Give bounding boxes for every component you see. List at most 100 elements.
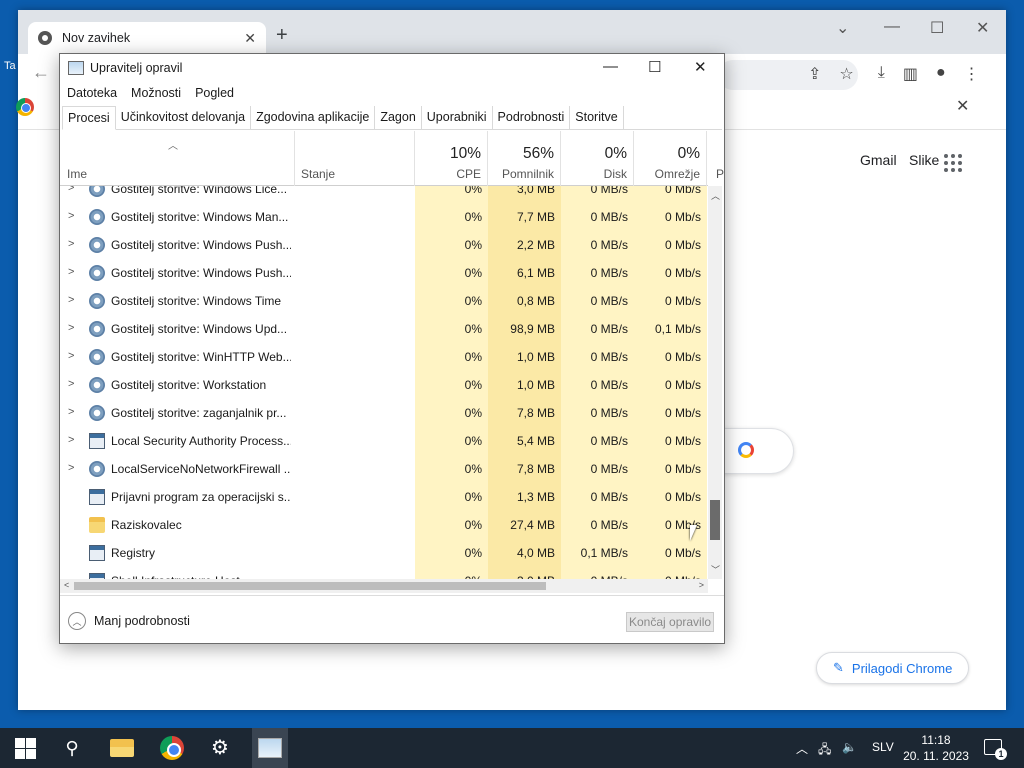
- process-row[interactable]: > Gostitelj storitve: WinHTTP Web... 0% 1,0…: [60, 343, 708, 371]
- tab-performance[interactable]: Učinkovitost delovanja: [116, 106, 252, 130]
- column-cpu[interactable]: 10% CPE: [415, 131, 488, 186]
- desktop-icon-label[interactable]: Ta: [4, 60, 16, 72]
- menu-file[interactable]: Datoteka: [67, 86, 117, 100]
- scroll-down-icon[interactable]: ﹀: [711, 563, 720, 576]
- process-disk: 0 MB/s: [590, 406, 628, 420]
- task-manager-taskbar-icon[interactable]: [258, 738, 282, 758]
- process-list[interactable]: > Gostitelj storitve: Windows Lice... 0% 3,…: [60, 186, 708, 579]
- close-window-icon[interactable]: ✕: [976, 18, 989, 38]
- back-arrow-icon[interactable]: ←: [32, 62, 50, 83]
- scroll-up-icon[interactable]: ︿: [711, 189, 720, 202]
- images-link[interactable]: Slike: [909, 152, 939, 168]
- maximize-icon[interactable]: ☐: [648, 58, 661, 76]
- download-icon[interactable]: ⤓: [878, 64, 885, 84]
- chevron-right-icon[interactable]: >: [68, 294, 74, 306]
- process-row[interactable]: > Gostitelj storitve: Windows Push... 0% 2,…: [60, 231, 708, 259]
- process-name: Gostitelj storitve: Windows Upd...: [111, 322, 288, 336]
- google-apps-icon[interactable]: [944, 154, 962, 172]
- column-name[interactable]: ︿ Ime: [60, 131, 295, 186]
- close-icon[interactable]: ✕: [694, 58, 707, 76]
- fewer-details-button[interactable]: ︿ Manj podrobnosti: [68, 612, 190, 630]
- minimize-icon[interactable]: —: [603, 58, 618, 75]
- process-row[interactable]: > Gostitelj storitve: Windows Push... 0% 6,…: [60, 259, 708, 287]
- scroll-thumb[interactable]: [710, 500, 720, 540]
- column-status[interactable]: Stanje: [295, 131, 415, 186]
- column-memory[interactable]: 56% Pomnilnik: [488, 131, 561, 186]
- notifications-icon[interactable]: 1: [984, 739, 1007, 760]
- close-tab-icon[interactable]: ✕: [244, 30, 256, 47]
- process-row[interactable]: > Gostitelj storitve: Windows Lice... 0% 3,…: [60, 186, 708, 203]
- process-row[interactable]: Prijavni program za operacijski s... 0% 1,…: [60, 483, 708, 511]
- network-icon[interactable]: 🖧: [818, 740, 831, 761]
- volume-muted-icon[interactable]: 🔈: [842, 740, 857, 754]
- windows-start-icon[interactable]: [14, 736, 38, 760]
- close-infobar-icon[interactable]: ✕: [956, 96, 969, 116]
- bookmark-star-icon[interactable]: ☆: [839, 64, 853, 84]
- footer: ︿ Manj podrobnosti Končaj opravilo: [60, 595, 724, 643]
- vertical-scrollbar[interactable]: ︿ ﹀: [708, 186, 722, 579]
- file-explorer-icon[interactable]: [110, 739, 134, 757]
- chrome-menu-icon[interactable]: ⋮: [964, 64, 980, 84]
- chevron-right-icon[interactable]: >: [68, 210, 74, 222]
- minimize-icon[interactable]: —: [884, 18, 900, 36]
- process-row[interactable]: > Gostitelj storitve: Windows Time 0% 0,8 M…: [60, 287, 708, 315]
- process-name: Gostitelj storitve: Windows Time: [111, 294, 282, 308]
- tab-app-history[interactable]: Zgodovina aplikacije: [251, 106, 376, 130]
- process-memory: 1,3 MB: [516, 490, 555, 504]
- chevron-right-icon[interactable]: >: [68, 186, 74, 194]
- process-row[interactable]: > Local Security Authority Process... 0% 5,…: [60, 427, 708, 455]
- search-icon[interactable]: ⚲: [60, 736, 84, 760]
- tab-services[interactable]: Storitve: [570, 106, 624, 130]
- chevron-right-icon[interactable]: >: [68, 322, 74, 334]
- tab-startup[interactable]: Zagon: [375, 106, 422, 130]
- end-task-button[interactable]: Končaj opravilo: [626, 612, 715, 632]
- tab-search-icon[interactable]: ⌄: [836, 18, 849, 38]
- process-row[interactable]: Registry 0% 4,0 MB 0,1 MB/s 0 Mb/s: [60, 539, 708, 567]
- chrome-tab[interactable]: Nov zavihek ✕: [28, 22, 266, 54]
- chevron-right-icon[interactable]: >: [68, 266, 74, 278]
- gmail-link[interactable]: Gmail: [860, 152, 897, 168]
- process-row[interactable]: > Gostitelj storitve: Workstation 0% 1,0 MB…: [60, 371, 708, 399]
- h-scroll-thumb[interactable]: [74, 582, 546, 590]
- google-lens-icon[interactable]: [738, 442, 754, 458]
- language-indicator[interactable]: SLV: [872, 740, 894, 754]
- scroll-right-icon[interactable]: >: [699, 580, 704, 590]
- title-bar[interactable]: Upravitelj opravil — ☐ ✕: [60, 54, 724, 82]
- column-power[interactable]: P: [708, 131, 726, 186]
- process-row[interactable]: > Gostitelj storitve: Windows Man... 0% 7,7…: [60, 203, 708, 231]
- side-panel-icon[interactable]: ▥: [903, 64, 918, 84]
- settings-gear-icon[interactable]: ⚙: [208, 736, 232, 760]
- process-memory: 5,4 MB: [516, 434, 555, 448]
- menu-options[interactable]: Možnosti: [131, 86, 181, 100]
- network-total: 0%: [677, 145, 700, 162]
- process-network: 0 Mb/s: [664, 210, 701, 224]
- process-row[interactable]: Shell Infrastructure Host0%3,0 MB0 MB/s0…: [60, 567, 708, 579]
- maximize-icon[interactable]: ☐: [930, 18, 944, 38]
- tab-details[interactable]: Podrobnosti: [493, 106, 571, 130]
- profile-avatar-icon[interactable]: ●: [936, 64, 946, 84]
- column-network[interactable]: 0% Omrežje: [634, 131, 707, 186]
- scroll-left-icon[interactable]: <: [64, 580, 69, 590]
- process-cpu: 0%: [464, 462, 482, 476]
- process-row[interactable]: > Gostitelj storitve: zaganjalnik pr... 0%…: [60, 399, 708, 427]
- share-icon[interactable]: ⇪: [808, 64, 821, 84]
- tab-processes[interactable]: Procesi: [62, 106, 116, 130]
- column-disk[interactable]: 0% Disk: [561, 131, 634, 186]
- menu-view[interactable]: Pogled: [195, 86, 234, 100]
- chevron-right-icon[interactable]: >: [68, 350, 74, 362]
- chrome-taskbar-icon[interactable]: [160, 736, 184, 760]
- customize-chrome-button[interactable]: ✎ Prilagodi Chrome: [816, 652, 970, 684]
- chevron-right-icon[interactable]: >: [68, 378, 74, 390]
- chevron-right-icon[interactable]: >: [68, 462, 74, 474]
- chevron-up-icon[interactable]: ︿: [796, 740, 808, 757]
- process-row[interactable]: Raziskovalec 0% 27,4 MB 0 MB/s 0 Mb/s: [60, 511, 708, 539]
- horizontal-scrollbar[interactable]: < >: [60, 579, 708, 593]
- chevron-right-icon[interactable]: >: [68, 406, 74, 418]
- clock[interactable]: 11:18 20. 11. 2023: [896, 732, 976, 764]
- chevron-right-icon[interactable]: >: [68, 434, 74, 446]
- new-tab-icon[interactable]: +: [276, 24, 288, 47]
- chevron-right-icon[interactable]: >: [68, 238, 74, 250]
- process-row[interactable]: > Gostitelj storitve: Windows Upd... 0% 98,…: [60, 315, 708, 343]
- tab-users[interactable]: Uporabniki: [422, 106, 493, 130]
- process-row[interactable]: > LocalServiceNoNetworkFirewall ... 0% 7,8 …: [60, 455, 708, 483]
